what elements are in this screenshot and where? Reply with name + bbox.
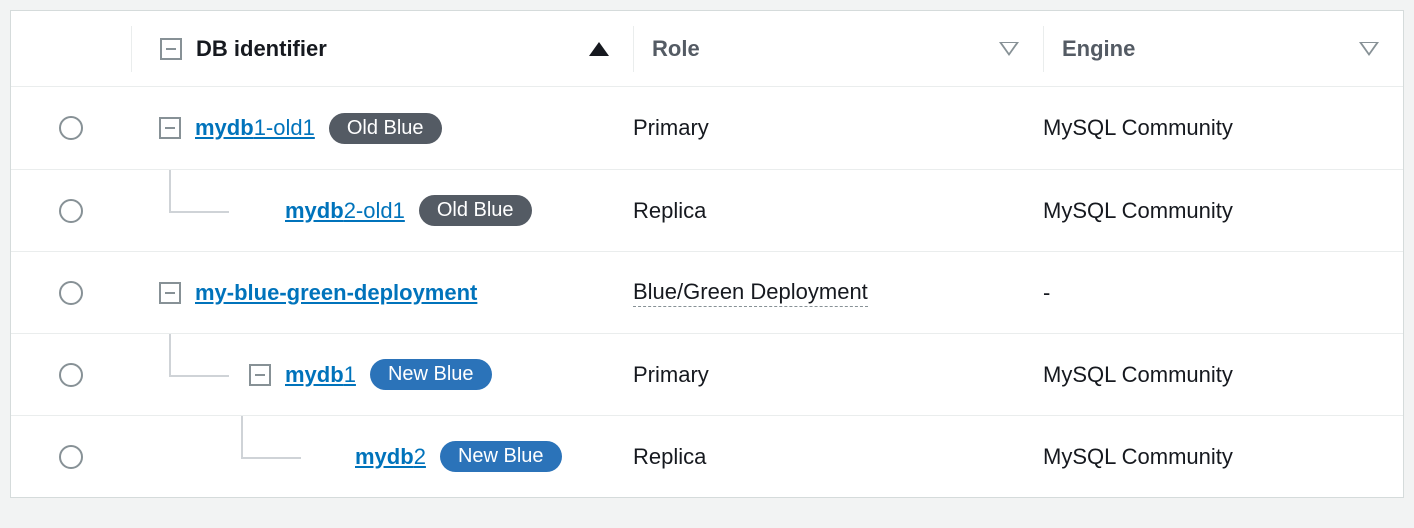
- row-select-radio[interactable]: [59, 445, 83, 469]
- role-value: Replica: [633, 444, 706, 469]
- expand-toggle-icon[interactable]: [159, 117, 181, 139]
- tree-lines: [159, 170, 249, 252]
- role-value: Primary: [633, 362, 709, 387]
- engine-value: MySQL Community: [1043, 444, 1233, 469]
- table-row: mydb1 New Blue Primary MySQL Community: [11, 333, 1403, 415]
- role-value: Blue/Green Deployment: [633, 279, 868, 307]
- column-label: DB identifier: [196, 36, 327, 62]
- table-row: mydb1-old1 Old Blue Primary MySQL Commun…: [11, 87, 1403, 169]
- env-badge: New Blue: [370, 359, 492, 390]
- engine-value: MySQL Community: [1043, 362, 1233, 387]
- sort-ascending-icon: [589, 42, 609, 56]
- collapse-all-icon[interactable]: [160, 38, 182, 60]
- db-identifier-link[interactable]: my-blue-green-deployment: [195, 280, 477, 306]
- expand-toggle-icon[interactable]: [159, 282, 181, 304]
- tree-lines: [159, 334, 249, 416]
- row-select-radio[interactable]: [59, 199, 83, 223]
- db-identifier-link[interactable]: mydb2-old1: [285, 198, 405, 224]
- db-table: DB identifier Role Engine mydb1-old1: [10, 10, 1404, 498]
- engine-value: MySQL Community: [1043, 115, 1233, 140]
- filter-icon: [999, 42, 1019, 56]
- role-value: Replica: [633, 198, 706, 223]
- engine-value: -: [1043, 280, 1050, 305]
- row-select-radio[interactable]: [59, 281, 83, 305]
- column-header-engine[interactable]: Engine: [1043, 26, 1403, 72]
- column-label: Role: [652, 36, 700, 62]
- expand-toggle-icon[interactable]: [249, 364, 271, 386]
- row-select-radio[interactable]: [59, 116, 83, 140]
- db-identifier-link[interactable]: mydb2: [355, 444, 426, 470]
- engine-value: MySQL Community: [1043, 198, 1233, 223]
- table-header-row: DB identifier Role Engine: [11, 11, 1403, 87]
- env-badge: Old Blue: [419, 195, 532, 226]
- db-identifier-link[interactable]: mydb1-old1: [195, 115, 315, 141]
- table-body: mydb1-old1 Old Blue Primary MySQL Commun…: [11, 87, 1403, 497]
- filter-icon: [1359, 42, 1379, 56]
- tree-lines: [159, 416, 319, 498]
- db-identifier-link[interactable]: mydb1: [285, 362, 356, 388]
- role-value: Primary: [633, 115, 709, 140]
- column-header-db-identifier[interactable]: DB identifier: [131, 26, 633, 72]
- env-badge: Old Blue: [329, 113, 442, 144]
- table-row: mydb2-old1 Old Blue Replica MySQL Commun…: [11, 169, 1403, 251]
- column-header-role[interactable]: Role: [633, 26, 1043, 72]
- column-label: Engine: [1062, 36, 1135, 62]
- table-row: mydb2 New Blue Replica MySQL Community: [11, 415, 1403, 497]
- env-badge: New Blue: [440, 441, 562, 472]
- table-row: my-blue-green-deployment Blue/Green Depl…: [11, 251, 1403, 333]
- row-select-radio[interactable]: [59, 363, 83, 387]
